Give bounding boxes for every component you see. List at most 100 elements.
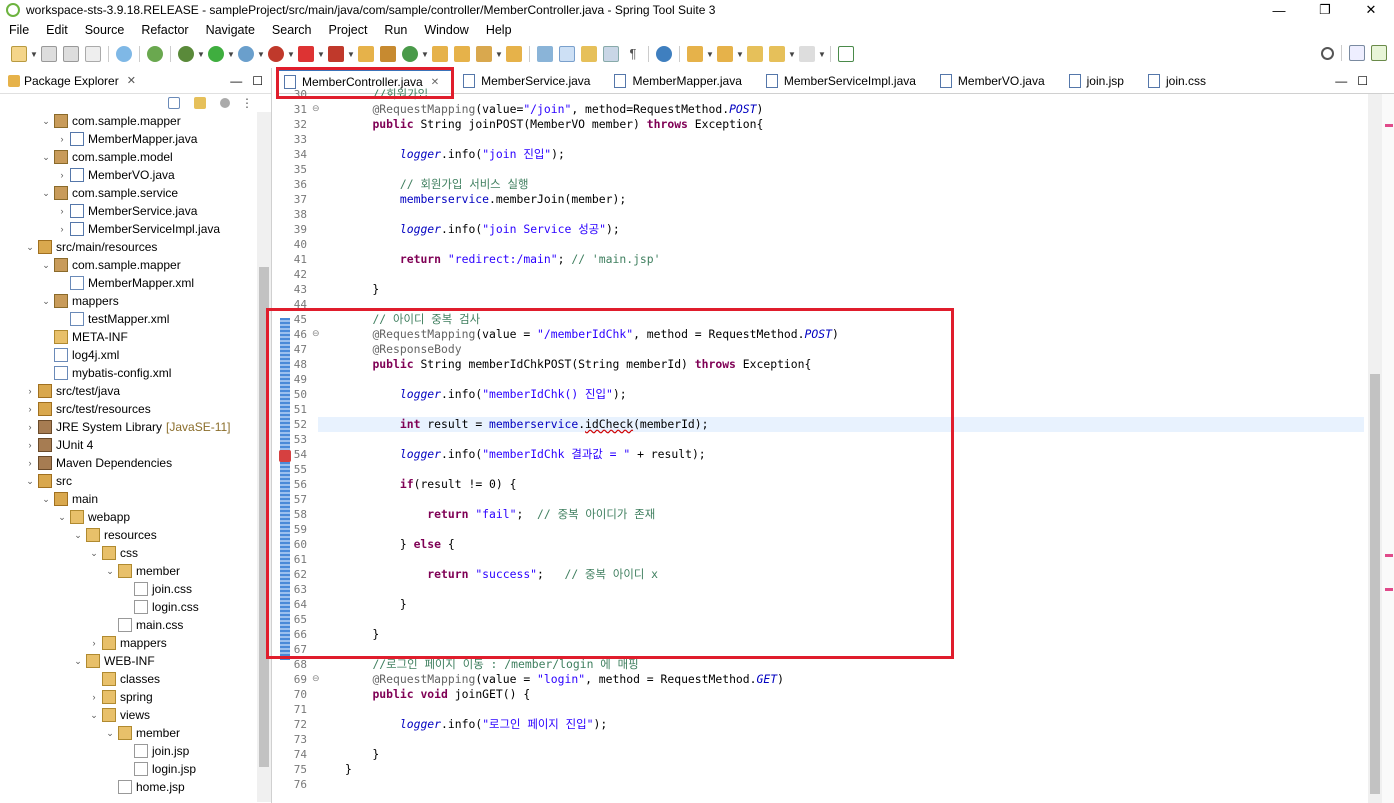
overview-marker[interactable] (1385, 554, 1393, 557)
code-line[interactable]: } (318, 282, 1364, 297)
tree-item[interactable]: ⌄ member (104, 724, 180, 742)
tree-item[interactable]: ⌄ views (88, 706, 150, 724)
link-with-editor-icon[interactable] (194, 97, 206, 109)
tree-item[interactable]: › Maven Dependencies (24, 454, 172, 472)
chevron-down-icon[interactable]: ▼ (197, 50, 205, 59)
chevron-down-icon[interactable]: ▼ (788, 50, 796, 59)
tree-item[interactable]: main.css (104, 616, 183, 634)
code-line[interactable] (318, 702, 1364, 717)
maximize-icon[interactable]: ☐ (1357, 74, 1368, 88)
open-perspective-icon[interactable] (1349, 45, 1365, 61)
new-package-icon[interactable] (380, 46, 396, 62)
tree-item[interactable]: join.css (120, 580, 192, 598)
open-type-icon[interactable] (432, 46, 448, 62)
chevron-down-icon[interactable]: ⌄ (72, 530, 84, 541)
menu-project[interactable]: Project (320, 23, 376, 37)
boot-dashboard-icon[interactable] (116, 46, 132, 62)
maximize-button[interactable]: ❐ (1302, 0, 1348, 20)
code-line[interactable]: @RequestMapping(value = "login", method … (318, 672, 1364, 687)
chevron-right-icon[interactable]: › (24, 386, 36, 396)
tree-item[interactable]: › MemberService.java (56, 202, 197, 220)
code-line[interactable]: @RequestMapping(value="/join", method=Re… (318, 102, 1364, 117)
chevron-down-icon[interactable]: ▼ (30, 50, 38, 59)
code-line[interactable] (318, 732, 1364, 747)
chevron-down-icon[interactable]: ⌄ (88, 710, 100, 721)
chevron-right-icon[interactable]: › (88, 638, 100, 648)
tree-item[interactable]: ⌄ com.sample.mapper (40, 112, 181, 130)
code-line[interactable]: public void joinGET() { (318, 687, 1364, 702)
chevron-down-icon[interactable]: ⌄ (40, 188, 52, 199)
tree-item[interactable]: META-INF (40, 328, 128, 346)
tree-item[interactable]: ⌄ main (40, 490, 98, 508)
code-line[interactable]: logger.info("로그인 페이지 진입"); (318, 717, 1364, 732)
last-edit-location-icon[interactable] (747, 46, 763, 62)
word-wrap-icon[interactable] (581, 46, 597, 62)
close-icon[interactable]: ✕ (127, 74, 136, 87)
chevron-down-icon[interactable]: ⌄ (24, 242, 36, 253)
back-icon[interactable] (769, 46, 785, 62)
code-line[interactable]: // 회원가입 서비스 실행 (318, 177, 1364, 192)
tree-item[interactable]: ⌄ WEB-INF (72, 652, 155, 670)
tree-item[interactable]: ⌄ com.sample.service (40, 184, 178, 202)
menu-source[interactable]: Source (76, 23, 133, 37)
menu-navigate[interactable]: Navigate (197, 23, 263, 37)
search-folder-icon[interactable] (506, 46, 522, 62)
scrollbar-thumb[interactable] (1370, 374, 1380, 794)
refresh-icon[interactable] (147, 46, 163, 62)
chevron-down-icon[interactable]: ⌄ (104, 566, 116, 577)
maximize-icon[interactable]: ☐ (252, 74, 263, 88)
chevron-right-icon[interactable]: › (24, 440, 36, 450)
tree-item[interactable]: ⌄ member (104, 562, 180, 580)
tree-item[interactable]: › spring (88, 688, 153, 706)
tree-item[interactable]: › JUnit 4 (24, 436, 93, 454)
overview-marker[interactable] (1385, 124, 1393, 127)
view-menu-icon[interactable]: ⋮ (241, 96, 253, 110)
search-icon[interactable] (1321, 46, 1334, 60)
next-annotation-icon[interactable] (687, 46, 703, 62)
tree-item[interactable]: › MemberVO.java (56, 166, 175, 184)
tree-item[interactable]: home.jsp (104, 778, 185, 796)
menu-help[interactable]: Help (477, 23, 520, 37)
chevron-down-icon[interactable]: ⌄ (24, 476, 36, 487)
tree-item[interactable]: mybatis-config.xml (40, 364, 171, 382)
chevron-down-icon[interactable]: ▼ (257, 50, 265, 59)
collapse-all-icon[interactable] (168, 97, 180, 109)
code-line[interactable] (318, 207, 1364, 222)
tree-item[interactable]: ⌄ src (24, 472, 72, 490)
save-all-icon[interactable] (63, 46, 79, 62)
tree-item[interactable]: › src/test/java (24, 382, 120, 400)
overview-marker[interactable] (1385, 588, 1393, 591)
chevron-right-icon[interactable]: › (88, 692, 100, 702)
print-icon[interactable] (85, 46, 101, 62)
chevron-down-icon[interactable]: ▼ (706, 50, 714, 59)
code-line[interactable]: logger.info("join Service 성공"); (318, 222, 1364, 237)
code-line[interactable]: //회원가입 (318, 87, 1364, 102)
tree-item[interactable]: log4j.xml (40, 346, 119, 364)
tree-item[interactable]: ⌄ com.sample.mapper (40, 256, 181, 274)
menu-search[interactable]: Search (263, 23, 320, 37)
chevron-down-icon[interactable]: ▼ (736, 50, 744, 59)
new-icon[interactable] (11, 46, 27, 62)
tree-item[interactable]: › MemberMapper.java (56, 130, 197, 148)
chevron-right-icon[interactable]: › (24, 422, 36, 432)
tree-item[interactable]: join.jsp (120, 742, 189, 760)
close-button[interactable]: ✕ (1348, 0, 1394, 20)
chevron-right-icon[interactable]: › (56, 206, 68, 216)
chevron-down-icon[interactable]: ⌄ (40, 296, 52, 307)
block-selection-icon[interactable] (603, 46, 619, 62)
chevron-down-icon[interactable]: ▼ (317, 50, 325, 59)
tree-item[interactable]: › mappers (88, 634, 167, 652)
chevron-down-icon[interactable]: ⌄ (88, 548, 100, 559)
code-line[interactable] (318, 777, 1364, 792)
minimize-icon[interactable]: — (1335, 74, 1347, 88)
chevron-right-icon[interactable]: › (56, 134, 68, 144)
minimize-icon[interactable]: — (230, 74, 242, 88)
debug-icon[interactable] (178, 46, 194, 62)
code-line[interactable] (318, 267, 1364, 282)
coverage-icon[interactable] (238, 46, 254, 62)
menu-window[interactable]: Window (415, 23, 476, 37)
code-line[interactable]: } (318, 762, 1364, 777)
menu-run[interactable]: Run (375, 23, 415, 37)
chevron-down-icon[interactable]: ⌄ (40, 152, 52, 163)
chevron-down-icon[interactable]: ▼ (347, 50, 355, 59)
